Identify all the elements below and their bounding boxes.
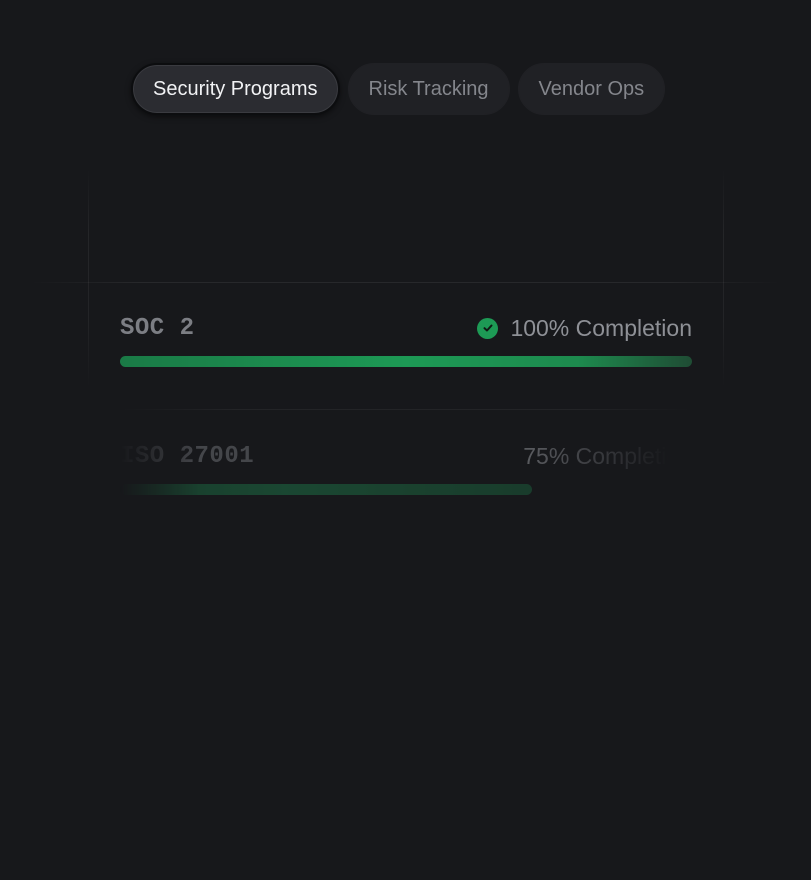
tab-risk-tracking[interactable]: Risk Tracking: [347, 63, 510, 115]
progress-bar: [120, 484, 692, 495]
completion-text: 100% Completion: [510, 314, 692, 341]
frame-line-left: [88, 168, 89, 388]
progress-fill: [120, 484, 532, 495]
row-divider: [120, 409, 692, 410]
program-status: 75% Completion: [523, 443, 692, 470]
program-tabs: Security Programs Risk Tracking Vendor O…: [131, 63, 666, 115]
completion-text: 75% Completion: [523, 442, 692, 469]
tab-vendor-ops[interactable]: Vendor Ops: [517, 63, 666, 115]
program-name: ISO 27001: [120, 442, 255, 470]
compliance-panel: Security Programs Risk Tracking Vendor O…: [0, 0, 811, 880]
frame-line-right: [723, 168, 724, 388]
progress-fill: [120, 356, 692, 367]
program-name: SOC 2: [120, 314, 195, 342]
check-circle-icon: [477, 317, 499, 339]
program-row-iso27001: ISO 27001 75% Completion: [120, 440, 692, 495]
program-status: 100% Completion: [477, 315, 692, 342]
progress-bar: [120, 356, 692, 367]
program-row-soc2: SOC 2 100% Completion: [120, 312, 692, 367]
tab-security-programs[interactable]: Security Programs: [131, 63, 340, 115]
frame-line-top: [30, 282, 781, 283]
